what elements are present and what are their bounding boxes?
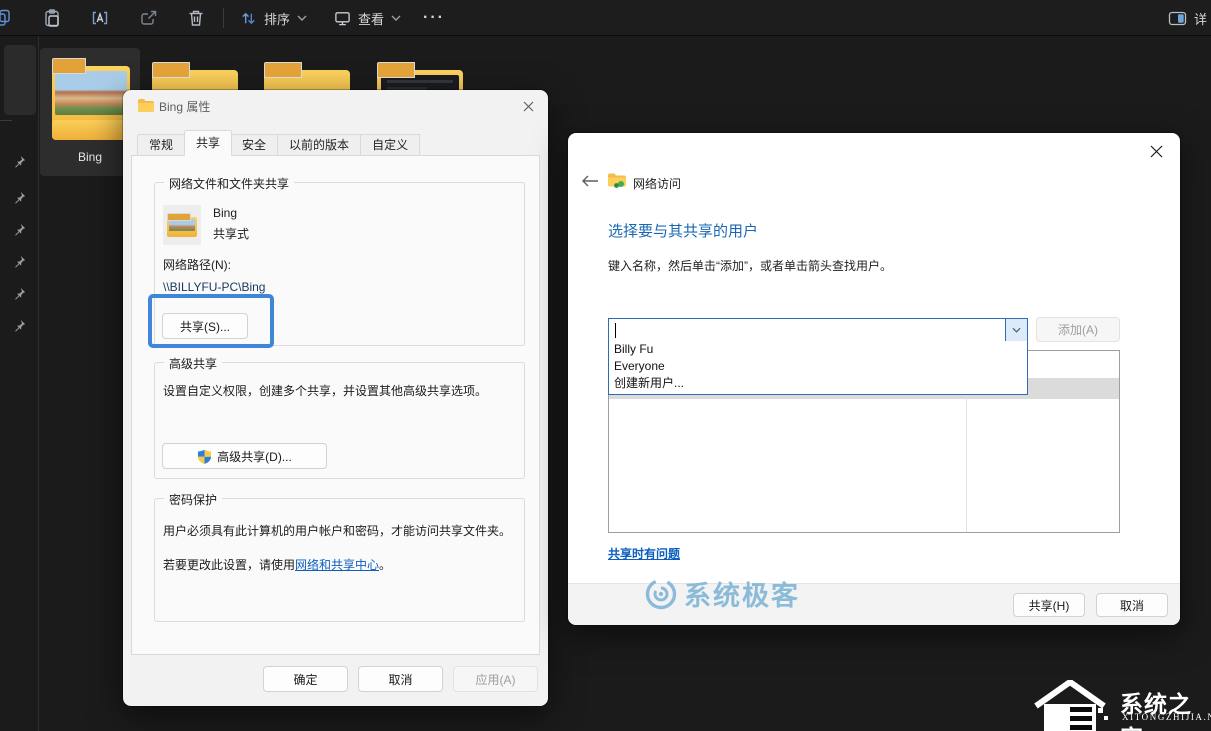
sort-button[interactable]: 排序 [232,5,315,31]
combobox-dropdown-button[interactable] [1005,319,1027,341]
folder-icon [138,99,154,112]
advanced-sharing-button[interactable]: 高级共享(D)... [162,443,327,469]
pin-icon[interactable] [13,155,26,168]
dialog-title: Bing 属性 [159,98,210,115]
share-icon[interactable] [140,9,158,27]
desktop-screen: 排序 查看 ··· 详 Bi [0,0,1211,731]
tab-sharing[interactable]: 共享 [184,130,232,156]
details-label: 详 [1194,9,1207,28]
more-options-button[interactable]: ··· [415,5,453,31]
chevron-down-icon [297,15,307,21]
more-options-icon: ··· [423,9,445,27]
text-cursor [615,323,616,338]
dropdown-item-everyone[interactable]: Everyone [609,358,1027,375]
close-icon[interactable] [520,98,536,114]
group-title: 密码保护 [164,491,222,508]
tab-general[interactable]: 常规 [137,134,185,156]
monitor-icon [334,10,351,27]
password-protection-group: 密码保护 用户必须具有此计算机的用户帐户和密码，才能访问共享文件夹。 若要更改此… [154,498,525,622]
user-dropdown-list: Billy Fu Everyone 创建新用户... [608,341,1028,395]
shared-folder-name: Bing [213,205,237,222]
chevron-down-icon [1012,327,1021,333]
bing-folder-icon [52,58,130,140]
password-protection-line2: 若要更改此设置，请使用网络和共享中心。 [163,557,519,574]
network-path-label: 网络路径(N): [163,257,231,274]
shared-folder-icon [163,205,201,245]
properties-dialog: Bing 属性 常规 共享 安全 以前的版本 自定义 网络文件和文件夹共享 [123,90,548,706]
cancel-button[interactable]: 取消 [1096,593,1168,617]
cancel-button[interactable]: 取消 [358,666,443,692]
details-pane-button[interactable]: 详 [1160,5,1211,31]
tab-security[interactable]: 安全 [231,134,278,156]
group-title: 高级共享 [164,355,222,372]
site-logo: 系统之家 XITONGZHIJIA.NET [1032,680,1211,731]
tab-customize[interactable]: 自定义 [361,134,420,156]
view-label: 查看 [358,9,384,28]
network-access-dialog: 网络访问 选择要与其共享的用户 键入名称，然后单击“添加”，或者单击箭头查找用户… [568,133,1180,625]
site-logo-domain: XITONGZHIJIA.NET [1122,712,1211,722]
bing-photo-thumbnail [55,71,127,115]
sharing-tab-page: 网络文件和文件夹共享 Bing 共享式 网络路径(N): \\BILLYFU-P… [131,155,540,655]
ok-button[interactable]: 确定 [263,666,348,692]
site-logo-name: 系统之家 [1120,685,1211,731]
network-dialog-heading: 选择要与其共享的用户 [608,220,758,241]
details-pane-icon [1168,10,1187,27]
network-dialog-instruction: 键入名称，然后单击“添加”，或者单击箭头查找用户。 [608,257,892,274]
uac-shield-icon [197,449,212,464]
network-sharing-center-link[interactable]: 网络和共享中心 [295,558,379,572]
nav-item-partial[interactable] [4,45,36,115]
highlight-annotation [148,294,274,348]
advanced-sharing-description: 设置自定义权限，创建多个共享，并设置其他高级共享选项。 [163,383,515,400]
pin-icon[interactable] [13,255,26,268]
password-protection-line1: 用户必须具有此计算机的用户帐户和密码，才能访问共享文件夹。 [163,523,519,540]
copy-icon[interactable] [0,9,11,27]
advanced-sharing-button-label: 高级共享(D)... [217,448,292,465]
dropdown-item-billy-fu[interactable]: Billy Fu [609,341,1027,358]
apply-button[interactable]: 应用(A) [453,666,538,692]
pin-icon[interactable] [13,319,26,332]
nav-divider [0,120,12,121]
pin-icon[interactable] [13,223,26,236]
delete-icon[interactable] [187,9,205,27]
back-arrow-icon[interactable] [581,174,599,188]
house-logo-icon [1032,680,1114,731]
group-title: 网络文件和文件夹共享 [164,175,294,192]
rename-icon[interactable] [91,9,109,27]
add-button[interactable]: 添加(A) [1036,317,1120,342]
close-icon[interactable] [1148,143,1164,159]
sort-arrows-icon [240,10,257,27]
advanced-sharing-group: 高级共享 设置自定义权限，创建多个共享，并设置其他高级共享选项。 高级共享(D)… [154,362,525,479]
toolbar-divider [223,8,224,28]
sort-label: 排序 [264,9,290,28]
sharing-trouble-link[interactable]: 共享时有问题 [608,545,680,562]
network-sharing-group: 网络文件和文件夹共享 Bing 共享式 网络路径(N): \\BILLYFU-P… [154,182,525,346]
dialog-title: 网络访问 [633,175,681,192]
tab-previous-versions[interactable]: 以前的版本 [278,134,361,156]
share-confirm-button[interactable]: 共享(H) [1013,593,1085,617]
properties-tabs: 常规 共享 安全 以前的版本 自定义 [137,130,420,156]
dropdown-item-create-new-user[interactable]: 创建新用户... [609,375,1027,392]
network-access-icon [608,173,627,189]
network-dialog-footer: 共享(H) 取消 [568,583,1180,625]
navigation-pane [0,36,39,731]
pin-icon[interactable] [13,191,26,204]
share-state: 共享式 [213,226,249,243]
explorer-toolbar: 排序 查看 ··· 详 [0,0,1211,36]
chevron-down-icon [391,15,401,21]
pin-icon[interactable] [13,287,26,300]
view-button[interactable]: 查看 [326,5,409,31]
paste-icon[interactable] [43,9,61,27]
user-combobox[interactable] [608,318,1028,342]
